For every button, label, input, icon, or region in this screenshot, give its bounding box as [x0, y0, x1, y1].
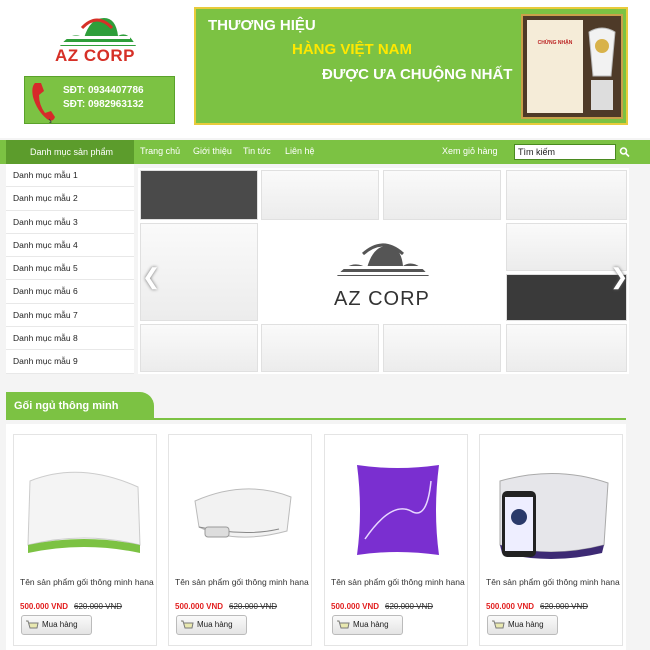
product-price: 500.000 VND: [175, 602, 224, 611]
buy-button[interactable]: Mua hàng: [332, 615, 403, 635]
slide-pillow-image: [506, 324, 627, 372]
brand-name[interactable]: AZ CORP: [55, 46, 135, 66]
product-old-price: 620.000 VND: [385, 602, 434, 611]
cart-icon: [26, 620, 39, 629]
section-title[interactable]: Gối ngủ thông minh: [6, 392, 154, 420]
buy-button[interactable]: Mua hàng: [487, 615, 558, 635]
product-image[interactable]: [331, 441, 461, 567]
product-card[interactable]: Tên sản phẩm gối thông minh hana 500.000…: [13, 434, 157, 646]
product-name[interactable]: Tên sản phẩm gối thông minh hana: [20, 575, 154, 589]
nav-item-home[interactable]: Trang chủ: [140, 140, 180, 164]
product-card[interactable]: Tên sản phẩm gối thông minh hana 500.000…: [168, 434, 312, 646]
certificate: CHỨNG NHẬN: [527, 20, 583, 113]
product-card[interactable]: Tên sản phẩm gối thông minh hana 500.000…: [324, 434, 468, 646]
sidebar-item-category-3[interactable]: Danh mục mẫu 3: [6, 211, 134, 234]
hotline-box: SĐT: 0934407786 SĐT: 0982963132: [24, 76, 175, 124]
product-card[interactable]: Tên sản phẩm gối thông minh hana 500.000…: [479, 434, 623, 646]
product-name[interactable]: Tên sản phẩm gối thông minh hana: [486, 575, 620, 589]
sidebar-item-category-5[interactable]: Danh mục mẫu 5: [6, 257, 134, 281]
sidebar-item-category-9[interactable]: Danh mục mẫu 9: [6, 350, 134, 374]
sidebar-item-category-2[interactable]: Danh mục mẫu 2: [6, 187, 134, 211]
slide-pillow-image: [506, 170, 627, 220]
banner-line-1: THƯƠNG HIỆU: [208, 17, 316, 34]
buy-button-label: Mua hàng: [42, 620, 78, 629]
page: AZ CORP SĐT: 0934407786 SĐT: 0982963132 …: [0, 0, 650, 650]
nav-item-news[interactable]: Tin tức: [243, 140, 271, 164]
slide-pillow-image: [140, 170, 258, 220]
product-name[interactable]: Tên sản phẩm gối thông minh hana: [331, 575, 465, 589]
image-slider[interactable]: AZ CORP ❮ ❯: [138, 168, 629, 374]
sidebar-item-category-6[interactable]: Danh mục mẫu 6: [6, 280, 134, 304]
search-input[interactable]: [514, 144, 616, 160]
buy-button-label: Mua hàng: [508, 620, 544, 629]
search-icon[interactable]: [617, 144, 632, 160]
main-navbar: Danh mục sản phẩm Trang chủ Giới thiệu T…: [0, 140, 650, 164]
cart-icon: [181, 620, 194, 629]
slide-pillow-image: [261, 170, 379, 220]
hotline-phone-1[interactable]: SĐT: 0934407786: [63, 85, 144, 96]
product-image[interactable]: [486, 441, 616, 567]
product-old-price: 620.000 VND: [229, 602, 278, 611]
view-cart-link[interactable]: Xem giỏ hàng: [442, 140, 498, 164]
certificate-title: CHỨNG NHẬN: [537, 40, 573, 46]
product-image[interactable]: [175, 441, 305, 567]
category-sidebar: Danh mục mẫu 1 Danh mục mẫu 2 Danh mục m…: [6, 164, 134, 374]
header-banner: THƯƠNG HIỆU HÀNG VIỆT NAM ĐƯỢC ƯA CHUỘNG…: [194, 7, 628, 125]
slider-prev-icon[interactable]: ❮: [142, 264, 160, 290]
category-menu-button[interactable]: Danh mục sản phẩm: [6, 140, 134, 164]
buy-button[interactable]: Mua hàng: [21, 615, 92, 635]
product-old-price: 620.000 VND: [74, 602, 123, 611]
slide-pillow-image: [383, 170, 501, 220]
product-name[interactable]: Tên sản phẩm gối thông minh hana: [175, 575, 309, 589]
buy-button-label: Mua hàng: [353, 620, 389, 629]
slider-next-icon[interactable]: ❯: [610, 264, 628, 290]
section-header: Gối ngủ thông minh: [6, 392, 626, 420]
phone-icon: [32, 83, 55, 123]
certificate-frame: CHỨNG NHẬN: [521, 14, 623, 119]
nav-item-contact[interactable]: Liên hệ: [285, 140, 315, 164]
sidebar-item-category-1[interactable]: Danh mục mẫu 1: [6, 164, 134, 188]
slide-pillow-image: [140, 324, 258, 372]
product-price: 500.000 VND: [331, 602, 380, 611]
buy-button-label: Mua hàng: [197, 620, 233, 629]
buy-button[interactable]: Mua hàng: [176, 615, 247, 635]
product-list: Tên sản phẩm gối thông minh hana 500.000…: [6, 424, 626, 650]
header: AZ CORP SĐT: 0934407786 SĐT: 0982963132 …: [0, 0, 650, 138]
cart-icon: [337, 620, 350, 629]
sidebar-item-category-4[interactable]: Danh mục mẫu 4: [6, 234, 134, 258]
product-price: 500.000 VND: [486, 602, 535, 611]
slide-pillow-image: [506, 274, 627, 321]
hotline-phone-2[interactable]: SĐT: 0982963132: [63, 99, 144, 110]
slide-pillow-image: [506, 223, 627, 271]
slider-logo-text: AZ CORP: [334, 288, 430, 310]
trophy-icon: [588, 27, 616, 110]
cart-icon: [492, 620, 505, 629]
product-image[interactable]: [20, 441, 150, 567]
banner-line-2: HÀNG VIỆT NAM: [292, 41, 412, 58]
slide-pillow-image: [261, 324, 379, 372]
sidebar-item-category-7[interactable]: Danh mục mẫu 7: [6, 304, 134, 328]
product-price: 500.000 VND: [20, 602, 69, 611]
sidebar-item-category-8[interactable]: Danh mục mẫu 8: [6, 327, 134, 351]
product-old-price: 620.000 VND: [540, 602, 589, 611]
nav-item-about[interactable]: Giới thiệu: [193, 140, 232, 164]
slide-pillow-image: [383, 324, 501, 372]
banner-line-3: ĐƯỢC ƯA CHUỘNG NHẤT: [322, 66, 513, 83]
